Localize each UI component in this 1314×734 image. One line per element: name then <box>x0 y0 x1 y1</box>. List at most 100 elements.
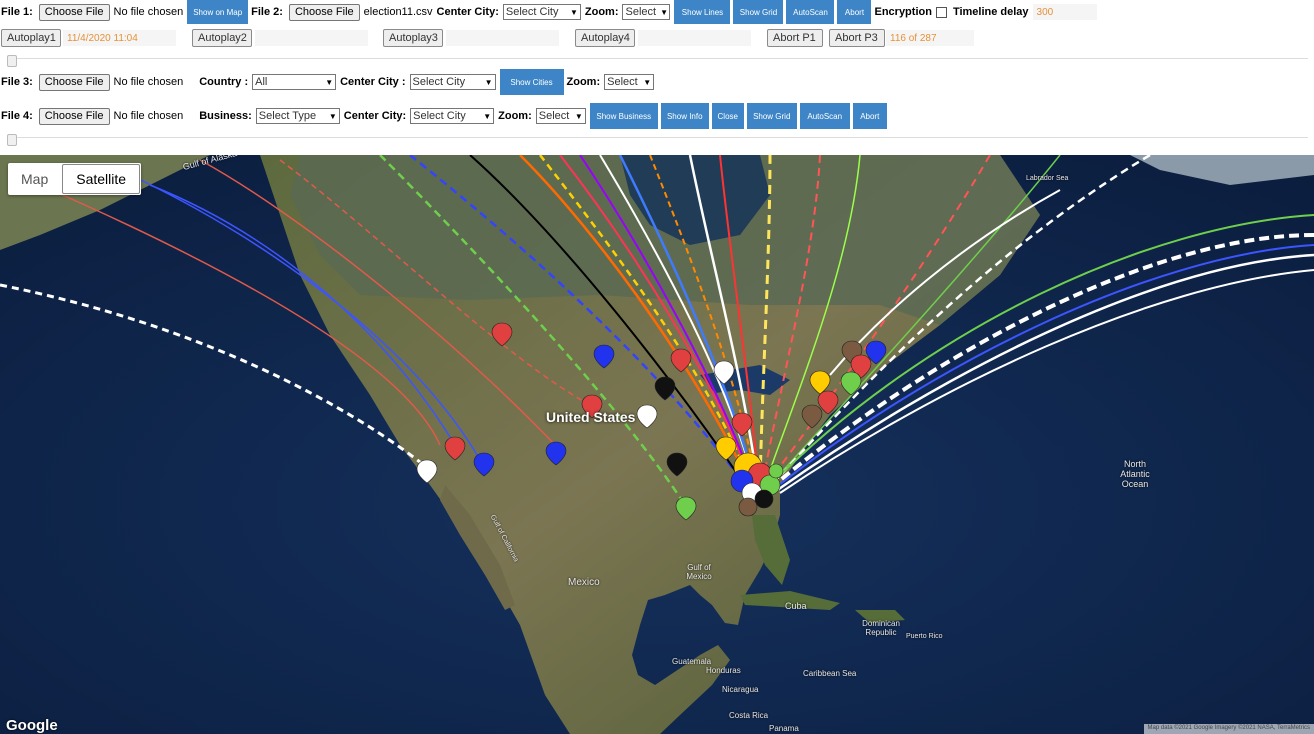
center-city-value-4: Select City <box>413 110 466 122</box>
show-grid-button-4[interactable]: Show Grid <box>746 103 797 129</box>
show-business-button[interactable]: Show Business <box>589 103 658 129</box>
chevron-down-icon: ▼ <box>643 77 652 87</box>
abort-button-4[interactable]: Abort <box>852 103 887 129</box>
autoplay4-value <box>638 30 751 46</box>
zoom-label-3: Zoom: <box>566 76 601 88</box>
toolbar-row-1: File 1: Choose File No file chosen Show … <box>0 0 1097 24</box>
progress-counter: 116 of 287 <box>886 30 974 46</box>
map-canvas[interactable] <box>0 155 1314 734</box>
abort-p3-button[interactable]: Abort P3 <box>829 29 885 47</box>
zoom-label-4: Zoom: <box>498 110 532 122</box>
show-on-map-button[interactable]: Show on Map <box>187 0 249 24</box>
encryption-label: Encryption <box>874 6 932 18</box>
file4-status: No file chosen <box>113 110 184 122</box>
autoplay1-button[interactable]: Autoplay1 <box>1 29 61 47</box>
file1-choose-button[interactable]: Choose File <box>38 3 110 21</box>
file2-label: File 2: <box>251 6 283 18</box>
timeline-delay-label: Timeline delay <box>952 6 1029 18</box>
label-dominican-republic: Dominican Republic <box>862 619 900 637</box>
map-type-map-button[interactable]: Map <box>8 163 61 195</box>
map-type-satellite-button[interactable]: Satellite <box>62 164 141 194</box>
label-honduras: Honduras <box>706 666 741 675</box>
autoplay1-timestamp: 11/4/2020 11:04 <box>63 30 176 46</box>
zoom-value-3: Select <box>607 76 638 88</box>
file3-status: No file chosen <box>113 76 184 88</box>
close-button[interactable]: Close <box>711 103 744 129</box>
center-city-select-3[interactable]: Select City ▼ <box>409 74 496 90</box>
show-cities-button[interactable]: Show Cities <box>499 69 564 95</box>
show-grid-button[interactable]: Show Grid <box>733 0 784 24</box>
business-select[interactable]: Select Type ▼ <box>255 108 340 124</box>
chevron-down-icon: ▼ <box>660 7 668 17</box>
country-label: Country : <box>199 76 249 88</box>
autoscan-button-4[interactable]: AutoScan <box>799 103 850 129</box>
label-nicaragua: Nicaragua <box>722 685 759 694</box>
map-type-control: Map Satellite <box>8 163 142 195</box>
file3-label: File 3: <box>1 76 33 88</box>
autoplay2-button[interactable]: Autoplay2 <box>192 29 252 47</box>
file2-status: election11.csv <box>363 6 433 18</box>
map-attribution: Map data ©2021 Google Imagery ©2021 NASA… <box>1143 724 1314 734</box>
file1-label: File 1: <box>1 6 33 18</box>
file4-choose-button[interactable]: Choose File <box>38 107 110 125</box>
center-city-label-4: Center City: <box>343 110 407 122</box>
chevron-down-icon: ▼ <box>325 77 334 87</box>
zoom-value: Select <box>625 6 657 18</box>
abort-button[interactable]: Abort <box>837 0 872 24</box>
country-value: All <box>255 76 268 88</box>
slider-thumb[interactable] <box>7 134 17 146</box>
center-city-select-4[interactable]: Select City ▼ <box>410 108 495 124</box>
label-costa-rica: Costa Rica <box>729 711 769 720</box>
label-gulf-of-mexico: Gulf of Mexico <box>686 563 712 581</box>
encryption-checkbox[interactable] <box>935 6 947 18</box>
chevron-down-icon: ▼ <box>574 111 583 121</box>
show-lines-button[interactable]: Show Lines <box>674 0 731 24</box>
file2-choose-button[interactable]: Choose File <box>288 3 360 21</box>
business-label: Business: <box>199 110 252 122</box>
zoom-select[interactable]: Select ▼ <box>622 4 671 20</box>
timeline-delay-input[interactable]: 300 <box>1032 4 1097 20</box>
label-puerto-rico: Puerto Rico <box>906 633 943 640</box>
toolbar-row-3: File 3: Choose File No file chosen Count… <box>0 69 658 95</box>
label-north-atlantic-ocean: North Atlantic Ocean <box>1120 459 1150 489</box>
chevron-down-icon: ▼ <box>483 111 492 121</box>
autoplay3-value <box>446 30 559 46</box>
slider-thumb[interactable] <box>7 55 17 67</box>
center-city-label-3: Center City : <box>340 76 406 88</box>
label-caribbean-sea: Caribbean Sea <box>803 669 857 678</box>
timeline-slider-1[interactable] <box>7 55 1308 67</box>
label-united-states: United States <box>546 409 636 425</box>
show-info-button[interactable]: Show Info <box>660 103 709 129</box>
business-value: Select Type <box>258 110 317 122</box>
label-mexico: Mexico <box>568 577 600 588</box>
timeline-slider-2[interactable] <box>7 134 1308 146</box>
file3-choose-button[interactable]: Choose File <box>38 73 110 91</box>
toolbar-row-4: File 4: Choose File No file chosen Busin… <box>0 103 890 129</box>
zoom-select-3[interactable]: Select ▼ <box>604 74 655 90</box>
label-panama: Panama <box>769 724 799 733</box>
autoplay4-button[interactable]: Autoplay4 <box>575 29 635 47</box>
zoom-value-4: Select <box>538 110 570 122</box>
center-city-label: Center City: <box>436 6 499 18</box>
autoplay2-value <box>255 30 368 46</box>
chevron-down-icon: ▼ <box>328 111 337 121</box>
chevron-down-icon: ▼ <box>569 7 578 17</box>
zoom-select-4[interactable]: Select ▼ <box>535 108 586 124</box>
center-city-value: Select City <box>505 6 559 18</box>
center-city-value-3: Select City <box>412 76 466 88</box>
label-guatemala: Guatemala <box>672 657 712 666</box>
autoscan-button[interactable]: AutoScan <box>786 0 835 24</box>
google-logo: Google <box>6 717 58 734</box>
autoplay3-button[interactable]: Autoplay3 <box>383 29 443 47</box>
satellite-map[interactable]: Map Satellite Gulf of Alaska United Stat… <box>0 155 1314 734</box>
label-labrador-sea: Labrador Sea <box>1026 175 1069 182</box>
center-city-select[interactable]: Select City ▼ <box>502 4 581 20</box>
abort-p1-button[interactable]: Abort P1 <box>767 29 823 47</box>
control-toolbar: File 1: Choose File No file chosen Show … <box>0 0 1314 155</box>
chevron-down-icon: ▼ <box>484 77 493 87</box>
file1-status: No file chosen <box>113 6 184 18</box>
country-select[interactable]: All ▼ <box>252 74 337 90</box>
file4-label: File 4: <box>1 110 33 122</box>
label-cuba: Cuba <box>785 601 807 611</box>
zoom-label: Zoom: <box>584 6 619 18</box>
